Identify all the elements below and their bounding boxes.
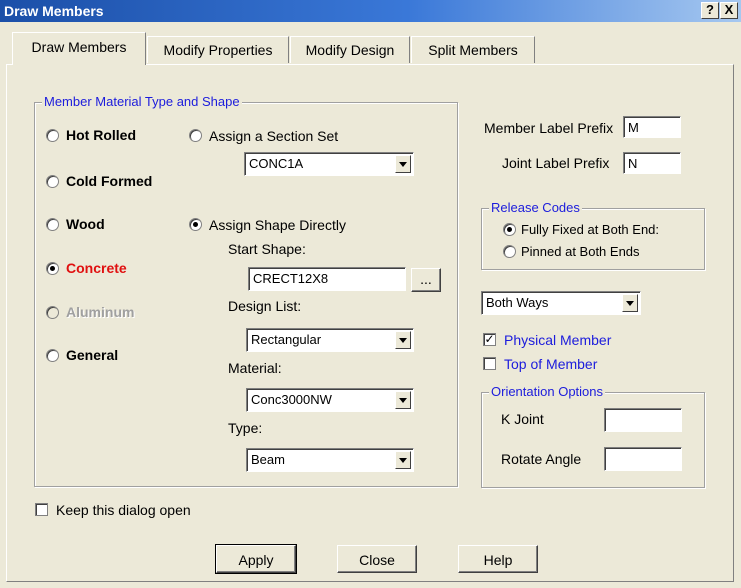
k-joint-label: K Joint (501, 411, 544, 427)
orientation-legend: Orientation Options (489, 384, 606, 399)
type-dropdown[interactable]: Beam (246, 448, 414, 472)
dropdown-value: Beam (251, 452, 285, 467)
chevron-down-icon[interactable] (395, 155, 411, 173)
tab-split-members[interactable]: Split Members (411, 36, 535, 63)
tab-modify-properties[interactable]: Modify Properties (147, 36, 289, 63)
radio-label: Pinned at Both Ends (521, 244, 640, 259)
radio-button[interactable] (503, 223, 516, 236)
browse-shape-button[interactable]: ... (411, 268, 441, 292)
chevron-down-icon[interactable] (395, 331, 411, 349)
radio-label: Cold Formed (66, 173, 153, 189)
checkbox-label: Keep this dialog open (56, 502, 191, 518)
dropdown-value: Rectangular (251, 332, 322, 347)
radio-button (46, 306, 59, 319)
close-button[interactable]: Close (337, 545, 417, 573)
joint-prefix-label: Joint Label Prefix (502, 155, 610, 171)
apply-button[interactable]: Apply (215, 544, 297, 574)
radio-button[interactable] (189, 218, 202, 231)
radio-label: Wood (66, 216, 105, 232)
chevron-down-icon[interactable] (395, 391, 411, 409)
orientation-group (481, 392, 705, 488)
type-label: Type: (228, 420, 263, 436)
joint-prefix-input[interactable]: N (623, 152, 681, 174)
title-bar[interactable]: Draw Members ? X (0, 0, 741, 22)
radio-button[interactable] (503, 245, 516, 258)
section-set-dropdown[interactable]: CONC1A (244, 152, 414, 176)
checkbox-label: Physical Member (504, 332, 612, 348)
dropdown-value: Conc3000NW (251, 392, 332, 407)
design-list-dropdown[interactable]: Rectangular (246, 328, 414, 352)
radio-button[interactable] (46, 218, 59, 231)
start-shape-input[interactable]: CRECT12X8 (248, 267, 406, 291)
release-codes-group (481, 208, 705, 270)
check-icon[interactable]: ✓ (483, 333, 496, 346)
radio-label: Aluminum (66, 304, 135, 320)
material-group-legend: Member Material Type and Shape (42, 94, 242, 109)
chevron-down-icon[interactable] (395, 451, 411, 469)
radio-button[interactable] (46, 175, 59, 188)
k-joint-input[interactable] (604, 408, 682, 432)
start-shape-label: Start Shape: (228, 241, 306, 257)
direction-dropdown[interactable]: Both Ways (481, 291, 641, 315)
radio-label: Assign a Section Set (209, 128, 339, 144)
radio-label: Hot Rolled (66, 127, 136, 143)
help-icon[interactable]: ? (701, 2, 719, 19)
radio-button[interactable] (46, 129, 59, 142)
radio-button[interactable] (189, 129, 202, 142)
dropdown-value: Both Ways (486, 295, 549, 310)
radio-button[interactable] (46, 349, 59, 362)
checkbox-label: Top of Member (504, 356, 598, 372)
radio-button[interactable] (46, 262, 59, 275)
close-icon[interactable]: X (720, 2, 738, 19)
design-list-label: Design List: (228, 298, 302, 314)
member-prefix-label: Member Label Prefix (484, 120, 614, 136)
radio-label: General (66, 347, 119, 363)
checkbox-box[interactable] (483, 357, 496, 370)
radio-label: Fully Fixed at Both End: (521, 222, 660, 237)
help-button[interactable]: Help (458, 545, 538, 573)
window-title: Draw Members (4, 3, 104, 19)
dropdown-value: CONC1A (249, 156, 304, 171)
tab-draw-members[interactable]: Draw Members (12, 32, 146, 65)
chevron-down-icon[interactable] (622, 294, 638, 312)
material-dropdown[interactable]: Conc3000NW (246, 388, 414, 412)
radio-label: Concrete (66, 260, 127, 276)
release-codes-legend: Release Codes (489, 200, 582, 215)
checkbox-box[interactable] (35, 503, 48, 516)
member-prefix-input[interactable]: M (623, 116, 681, 138)
tab-modify-design[interactable]: Modify Design (290, 36, 410, 63)
rotate-angle-input[interactable] (604, 447, 682, 471)
rotate-angle-label: Rotate Angle (501, 451, 582, 467)
material-label: Material: (228, 360, 282, 376)
radio-label: Assign Shape Directly (209, 217, 346, 233)
